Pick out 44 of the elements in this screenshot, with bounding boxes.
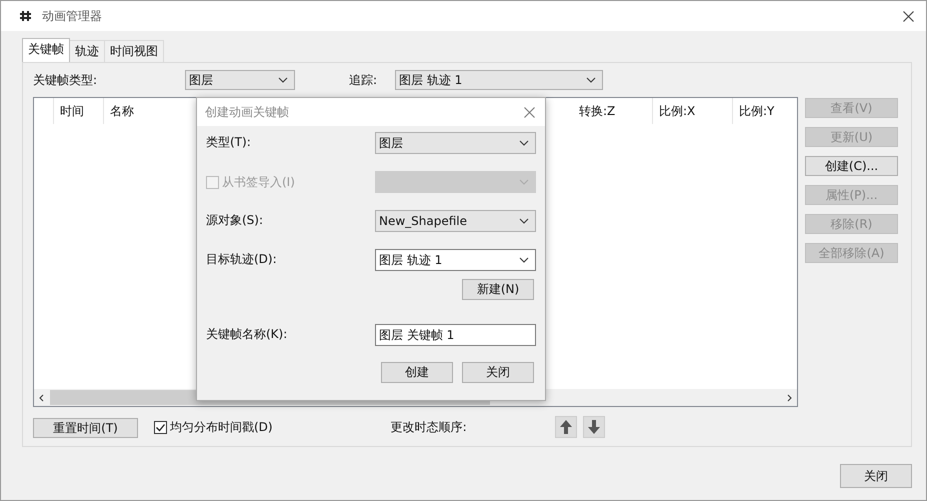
down-arrow-icon [586, 419, 601, 435]
field-label: 类型(T): [206, 134, 251, 151]
chevron-down-icon [519, 179, 529, 185]
side-button[interactable]: 创建(C)... [805, 156, 898, 176]
checkbox[interactable] [154, 420, 167, 434]
down-arrow-button[interactable] [582, 416, 605, 438]
field-label: 源对象(S): [206, 212, 264, 229]
chevron-down-icon [278, 77, 288, 83]
window-title: 动画管理器 [42, 8, 103, 24]
scroll-right-icon[interactable] [785, 394, 793, 402]
tab[interactable]: 关键帧 [22, 38, 70, 62]
close-icon[interactable] [524, 106, 535, 118]
column-header[interactable]: 转换:Z [573, 98, 653, 124]
track-dropdown[interactable]: 图层 轨迹 1 [395, 70, 603, 90]
chevron-down-icon [586, 77, 596, 83]
checkbox-label[interactable]: 均匀分布时间戳(D) [170, 418, 273, 436]
up-arrow-button[interactable] [554, 416, 577, 438]
chevron-down-icon [519, 257, 529, 263]
dropdown[interactable]: New_Shapefile [375, 210, 536, 232]
keyframe-type-label: 关键帧类型: [33, 72, 98, 88]
column-header[interactable]: 比例:X [653, 98, 733, 124]
column-header[interactable]: 时间 [54, 98, 104, 124]
dialog-button[interactable]: 创建 [381, 362, 453, 383]
order-label: 更改时态顺序: [390, 418, 467, 436]
field-label: 目标轨迹(D): [206, 251, 277, 268]
close-icon[interactable] [903, 10, 914, 22]
dropdown[interactable]: 图层 轨迹 1 [375, 249, 536, 271]
track-label: 追踪: [349, 72, 378, 88]
keyframe-type-dropdown[interactable]: 图层 [185, 70, 295, 90]
close-button[interactable]: 关闭 [840, 464, 912, 488]
column-header[interactable]: 比例:Y [733, 98, 797, 124]
chevron-down-icon [519, 218, 529, 224]
reset-time-button[interactable]: 重置时间(T) [33, 418, 138, 438]
keyframe-name-field[interactable]: 图层 关键帧 1 [375, 324, 536, 346]
dialog-button[interactable]: 关闭 [462, 362, 534, 383]
app-icon [19, 10, 32, 22]
scroll-left-icon[interactable] [38, 394, 46, 402]
up-arrow-icon [558, 419, 573, 435]
chevron-down-icon [519, 140, 529, 146]
dialog-title: 创建动画关键帧 [205, 104, 289, 120]
field-label: 关键帧名称(K): [206, 326, 288, 343]
dropdown[interactable]: 图层 [375, 132, 536, 154]
tab[interactable]: 时间视图 [104, 40, 164, 62]
new-button[interactable]: 新建(N) [462, 279, 534, 300]
